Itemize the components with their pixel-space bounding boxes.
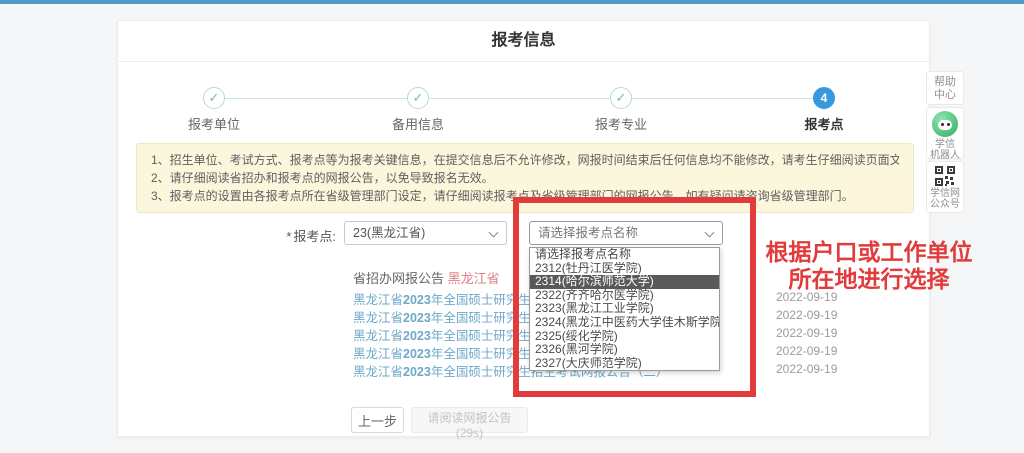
qrcode-label: 学信网 — [927, 188, 963, 199]
step-done-check-icon: ✓ — [610, 87, 632, 109]
step-label: 报考单位 — [154, 114, 274, 133]
announcements-province: 黑龙江省 — [448, 271, 500, 286]
step-label: 报考点 — [764, 114, 884, 133]
announcement-date: 2022-09-19 — [776, 326, 837, 340]
help-center-label: 帮助 — [927, 76, 963, 89]
annotation-highlight-box — [513, 197, 756, 397]
field-label-text: 报考点: — [293, 229, 336, 244]
announcement-date: 2022-09-19 — [776, 362, 837, 376]
step-label: 报考专业 — [561, 114, 681, 133]
province-select[interactable]: 23(黑龙江省) — [344, 221, 507, 245]
announcements-heading-text: 省招办网报公告 — [353, 271, 444, 286]
required-mark: * — [286, 229, 291, 244]
step-baokao-danwei: ✓ 报考单位 — [154, 87, 274, 133]
top-accent-bar — [0, 0, 1024, 4]
announcement-date: 2022-09-19 — [776, 344, 837, 358]
page-title: 报考信息 — [118, 21, 929, 61]
step-baokao-dian-current: 4 报考点 — [764, 87, 884, 133]
help-center-widget[interactable]: 帮助 中心 — [926, 71, 964, 105]
robot-avatar-icon — [932, 111, 958, 137]
qrcode-widget[interactable]: 学信网 公众号 — [926, 161, 964, 213]
step-done-check-icon: ✓ — [203, 87, 225, 109]
site-field-label: *报考点: — [258, 226, 336, 245]
step-beiyong-xinxi: ✓ 备用信息 — [358, 87, 478, 133]
qr-code-icon — [935, 166, 955, 186]
qrcode-label: 公众号 — [927, 199, 963, 210]
province-select-value: 23(黑龙江省) — [345, 222, 506, 244]
chatbot-label: 机器人 — [927, 150, 963, 161]
help-center-label: 中心 — [927, 89, 963, 102]
step-baokao-zhuanye: ✓ 报考专业 — [561, 87, 681, 133]
chatbot-widget[interactable]: 学信 机器人 — [926, 107, 964, 159]
annotation-text: 根据户口或工作单位 所在地进行选择 — [753, 239, 985, 293]
step-label: 备用信息 — [358, 114, 478, 133]
notice-line: 2、请仔细阅读省招办和报考点的网报公告，以免导致报名无效。 — [151, 169, 899, 187]
chatbot-label: 学信 — [927, 139, 963, 150]
step-number-badge: 4 — [813, 87, 835, 109]
page-header: 报考信息 — [118, 21, 929, 62]
notice-line: 1、招生单位、考试方式、报考点等为报考关键信息，在提交信息后不允许修改，网报时间… — [151, 151, 899, 169]
announcement-date: 2022-09-19 — [776, 308, 837, 322]
announcements-heading: 省招办网报公告 黑龙江省 — [353, 268, 500, 287]
previous-step-button[interactable]: 上一步 — [351, 407, 404, 433]
step-done-check-icon: ✓ — [407, 87, 429, 109]
read-announcement-button-disabled[interactable]: 请阅读网报公告(29s) — [411, 407, 528, 433]
